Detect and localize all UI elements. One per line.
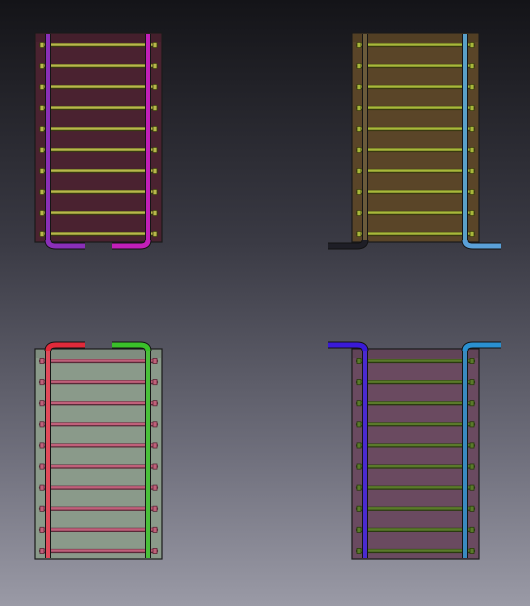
rung-end-left <box>39 209 45 216</box>
rung-end-right <box>152 146 158 153</box>
rung-end-left <box>39 400 45 407</box>
rung-end-right <box>152 209 158 216</box>
panel-shade <box>353 350 478 358</box>
rung-end-right <box>152 548 158 555</box>
panel-shade <box>36 350 161 358</box>
rung-end-right <box>152 63 158 70</box>
rung-end-left <box>39 548 45 555</box>
rung-end-right <box>469 42 475 49</box>
rung-end-left <box>356 400 362 407</box>
rung-end-right <box>469 442 475 449</box>
rung-end-left <box>356 42 362 49</box>
panel-bottom-left[interactable] <box>34 341 163 560</box>
rung-end-left <box>356 146 362 153</box>
rung-end-left <box>39 63 45 70</box>
rung-end-left <box>356 484 362 491</box>
rung-end-left <box>39 421 45 428</box>
rung-end-right <box>469 146 475 153</box>
rung-end-right <box>152 379 158 386</box>
rung-end-right <box>152 126 158 133</box>
rung-end-right <box>469 167 475 174</box>
rung-end-left <box>356 105 362 112</box>
panel-top-left[interactable] <box>34 32 163 250</box>
rung-end-right <box>469 357 475 364</box>
rung-end-left <box>39 167 45 174</box>
rung-end-right <box>469 230 475 237</box>
rung-end-right <box>469 421 475 428</box>
rung-end-left <box>39 188 45 195</box>
rung-end-right <box>152 105 158 112</box>
rung-end-left <box>39 230 45 237</box>
rung-end-right <box>152 421 158 428</box>
rung-end-left <box>39 505 45 512</box>
3d-viewport[interactable] <box>0 0 530 606</box>
rung-end-left <box>39 379 45 386</box>
rung-end-left <box>356 379 362 386</box>
rung-end-left <box>356 463 362 470</box>
rung-end-left <box>39 42 45 49</box>
rung-end-right <box>152 505 158 512</box>
panel-top-right[interactable] <box>328 32 501 250</box>
rung-end-left <box>356 442 362 449</box>
rung-end-left <box>39 105 45 112</box>
panel-shade <box>353 34 478 42</box>
rung-end-left <box>356 209 362 216</box>
rung-end-right <box>152 357 158 364</box>
panel-bottom-right[interactable] <box>328 341 501 560</box>
rung-end-right <box>152 400 158 407</box>
rung-end-left <box>39 146 45 153</box>
rung-end-left <box>39 126 45 133</box>
rung-end-left <box>356 230 362 237</box>
rung-end-left <box>39 484 45 491</box>
rung-end-right <box>469 126 475 133</box>
rung-end-right <box>469 548 475 555</box>
rung-end-right <box>469 379 475 386</box>
rung-end-right <box>469 526 475 533</box>
rung-end-left <box>356 421 362 428</box>
rung-end-left <box>356 167 362 174</box>
rung-end-right <box>152 463 158 470</box>
rung-end-left <box>39 357 45 364</box>
rung-end-right <box>152 167 158 174</box>
rung-end-right <box>152 42 158 49</box>
rung-end-left <box>356 505 362 512</box>
rung-end-right <box>469 188 475 195</box>
rung-end-left <box>39 463 45 470</box>
rung-end-right <box>469 209 475 216</box>
rung-end-left <box>39 84 45 91</box>
rung-end-right <box>152 526 158 533</box>
rung-end-left <box>356 63 362 70</box>
rung-end-right <box>152 230 158 237</box>
rung-end-right <box>469 63 475 70</box>
panel-shade <box>36 34 161 42</box>
rung-end-right <box>469 463 475 470</box>
rung-end-left <box>356 126 362 133</box>
heat-exchanger-scene[interactable] <box>0 0 530 606</box>
rung-end-right <box>152 484 158 491</box>
rung-end-right <box>469 84 475 91</box>
rung-end-right <box>469 400 475 407</box>
rung-end-left <box>356 548 362 555</box>
rung-end-right <box>152 442 158 449</box>
rung-end-left <box>356 188 362 195</box>
rung-end-left <box>356 357 362 364</box>
rung-end-right <box>152 84 158 91</box>
rung-end-left <box>39 526 45 533</box>
rung-end-left <box>356 84 362 91</box>
rung-end-left <box>39 442 45 449</box>
rung-end-left <box>356 526 362 533</box>
rung-end-right <box>469 484 475 491</box>
rung-end-right <box>152 188 158 195</box>
rung-end-right <box>469 105 475 112</box>
rung-end-right <box>469 505 475 512</box>
